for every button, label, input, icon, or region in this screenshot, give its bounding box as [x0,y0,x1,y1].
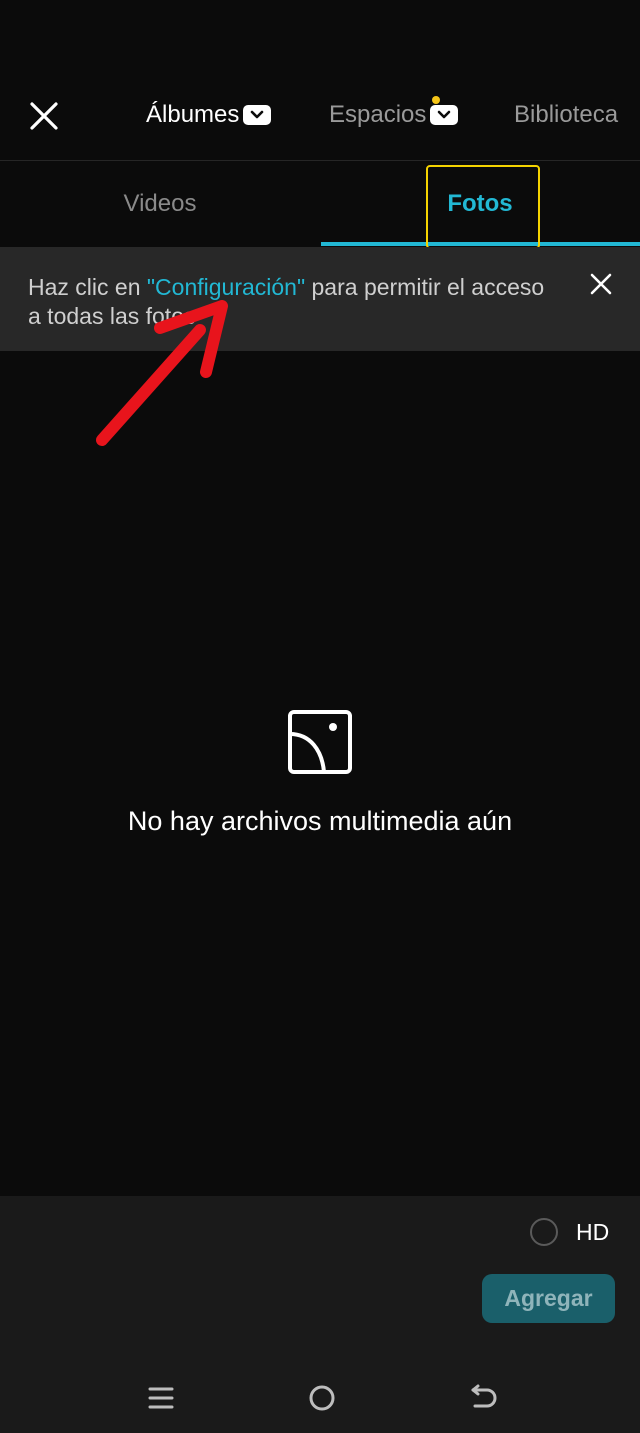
menu-icon [148,1387,174,1409]
close-icon [590,273,612,295]
empty-state: No hay archivos multimedia aún [0,700,640,837]
tab-albums-label: Álbumes [146,101,240,128]
media-type-tabs: Videos Fotos [0,161,640,249]
hd-toggle[interactable]: HD [530,1218,609,1246]
hd-label: HD [576,1218,610,1245]
tab-photos-label: Fotos [447,190,513,217]
nav-home-button[interactable] [300,1376,344,1420]
image-placeholder-icon [288,710,352,774]
home-icon [309,1385,335,1411]
active-tab-indicator [321,242,640,246]
tab-videos[interactable]: Videos [0,161,320,247]
tab-spaces-label: Espacios [329,101,427,128]
tab-videos-label: Videos [123,190,197,217]
bottom-panel: HD Agregar [0,1196,640,1433]
tab-albums[interactable]: Álbumes [146,98,272,132]
empty-state-message: No hay archivos multimedia aún [127,806,513,836]
banner-close-button[interactable] [584,267,618,301]
top-bar: Álbumes Espacios Biblioteca [0,0,640,160]
back-icon [471,1384,497,1408]
system-nav-bar [0,1366,640,1426]
close-button[interactable] [24,96,64,136]
close-icon [30,102,58,130]
nav-back-button[interactable] [461,1376,505,1420]
chevron-down-icon [430,105,459,125]
tab-library-label: Biblioteca [514,101,619,128]
chevron-down-icon [243,105,272,125]
settings-link[interactable]: "Configuración" [147,274,305,300]
permission-banner-text: Haz clic en "Configuración" para permiti… [28,273,558,331]
tab-photos[interactable]: Fotos [320,161,640,247]
permission-banner: Haz clic en "Configuración" para permiti… [0,247,640,351]
nav-recent-button[interactable] [139,1376,183,1420]
tab-spaces[interactable]: Espacios [329,98,459,132]
hd-radio[interactable] [530,1218,558,1246]
tab-library[interactable]: Biblioteca [514,98,618,132]
notification-dot [432,96,440,104]
add-button[interactable]: Agregar [482,1274,615,1323]
banner-text-before: Haz clic en [28,274,147,300]
